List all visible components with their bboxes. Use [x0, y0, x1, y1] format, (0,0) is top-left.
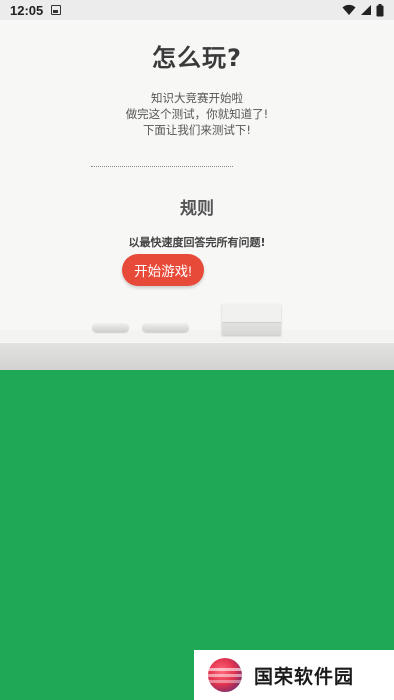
wifi-icon: [342, 4, 356, 15]
battery-icon: [376, 3, 384, 16]
status-time: 12:05: [10, 2, 44, 18]
chalk-tray-lip: [0, 342, 394, 370]
watermark-text: 国荣软件园: [254, 665, 355, 688]
rules-text: 以最快速度回答完所有问题!: [128, 236, 266, 249]
rules-heading: 规则: [180, 199, 214, 219]
chalk-tray: [0, 330, 394, 370]
app-notification-icon: [51, 5, 62, 15]
signal-icon: [361, 5, 371, 15]
watermark-banner: 国荣软件园: [194, 650, 394, 700]
dotted-divider: [91, 166, 233, 167]
status-icons: [342, 3, 384, 17]
intro-line: 知识大竞赛开始啦: [151, 91, 243, 105]
status-bar: 12:05: [0, 0, 394, 20]
intro-text: 知识大竞赛开始啦 做完这个测试，你就知道了! 下面让我们来测试下!: [0, 90, 394, 138]
intro-line: 做完这个测试，你就知道了!: [125, 107, 269, 121]
intro-line: 下面让我们来测试下!: [142, 123, 252, 137]
page-title: 怎么玩?: [152, 44, 242, 72]
globe-logo-icon: [208, 658, 242, 692]
chalkboard-panel: 怎么玩? 知识大竞赛开始啦 做完这个测试，你就知道了! 下面让我们来测试下! 规…: [0, 20, 394, 330]
start-game-button[interactable]: 开始游戏!: [122, 254, 204, 286]
